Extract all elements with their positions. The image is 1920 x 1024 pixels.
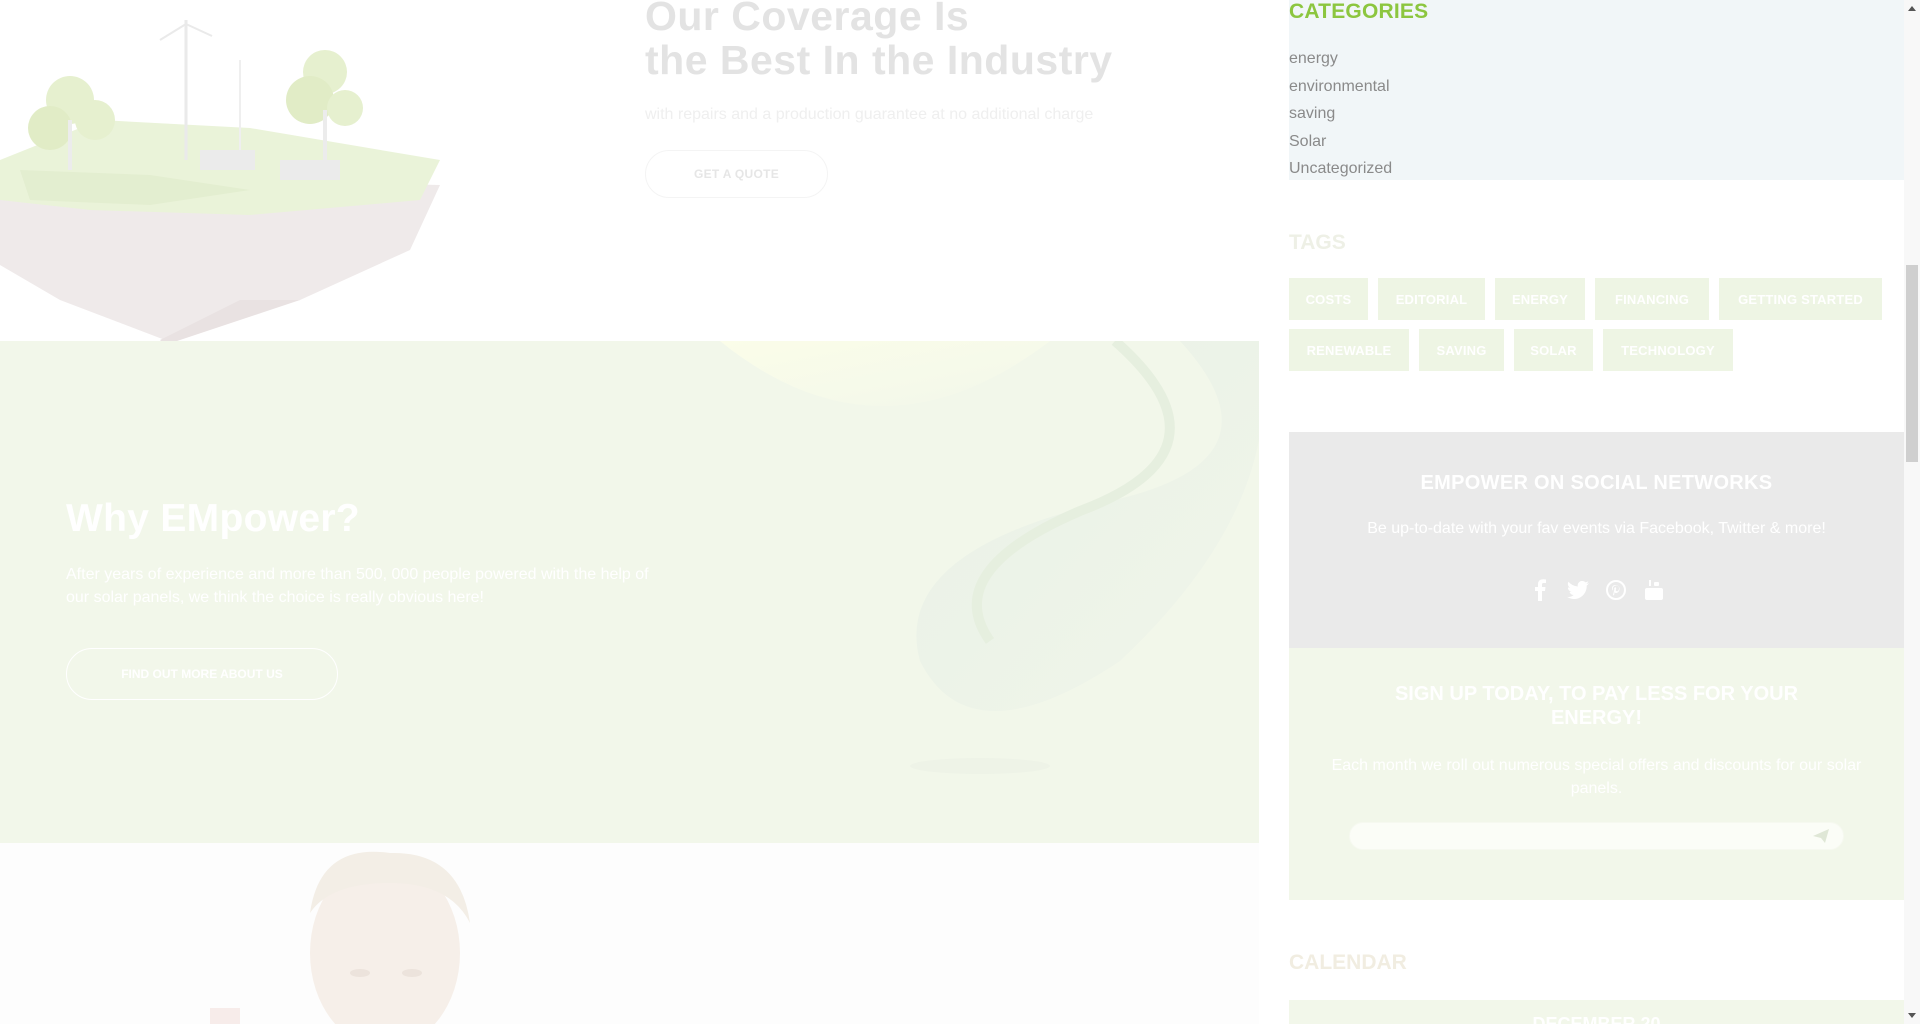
coverage-subtitle: with repairs and a production guarantee … bbox=[645, 106, 1094, 123]
person-photo bbox=[210, 851, 470, 1024]
calendar-month-label: DECEMBER 20 bbox=[1532, 1014, 1661, 1024]
main-content: Our Coverage Is the Best In the Industry… bbox=[0, 0, 1259, 1024]
categories-widget: CATEGORIES energy environmental saving S… bbox=[1289, 0, 1904, 180]
tag-energy[interactable]: ENERGY bbox=[1495, 278, 1585, 320]
why-empower-section: Why EMpower? After years of experience a… bbox=[0, 341, 1259, 843]
sidebar: CATEGORIES energy environmental saving S… bbox=[1289, 0, 1904, 1024]
coverage-section: Our Coverage Is the Best In the Industry… bbox=[0, 0, 1259, 341]
calendar-title: CALENDAR bbox=[1289, 951, 1407, 974]
tag-technology[interactable]: TECHNOLOGY bbox=[1603, 329, 1733, 371]
category-link-environmental[interactable]: environmental bbox=[1289, 76, 1392, 104]
calendar-widget: DECEMBER 20 bbox=[1289, 1000, 1904, 1024]
youtube-icon[interactable] bbox=[1643, 578, 1665, 602]
send-icon[interactable] bbox=[1813, 829, 1829, 843]
why-empower-heading: Why EMpower? bbox=[66, 497, 360, 540]
tag-costs[interactable]: COSTS bbox=[1289, 278, 1368, 320]
category-link-saving[interactable]: saving bbox=[1289, 103, 1392, 131]
tag-financing[interactable]: FINANCING bbox=[1595, 278, 1709, 320]
tag-solar[interactable]: SOLAR bbox=[1514, 329, 1593, 371]
category-link-energy[interactable]: energy bbox=[1289, 48, 1392, 76]
signup-text: Each month we roll out numerous special … bbox=[1331, 757, 1862, 797]
page-scrollbar[interactable] bbox=[1904, 0, 1920, 1024]
tag-getting-started[interactable]: GETTING STARTED bbox=[1719, 278, 1882, 320]
categories-list: energy environmental saving Solar Uncate… bbox=[1289, 48, 1392, 186]
categories-title: CATEGORIES bbox=[1289, 0, 1429, 23]
get-a-quote-button[interactable]: GET A QUOTE bbox=[645, 150, 828, 198]
tag-saving[interactable]: SAVING bbox=[1419, 329, 1504, 371]
social-networks-widget: EMPOWER ON SOCIAL NETWORKS Be up-to-date… bbox=[1289, 432, 1904, 648]
coverage-heading: Our Coverage Is the Best In the Industry bbox=[645, 0, 1205, 82]
twitter-icon[interactable] bbox=[1566, 578, 1589, 602]
find-out-more-button[interactable]: FIND OUT MORE ABOUT US bbox=[66, 648, 338, 700]
scrollbar-thumb[interactable] bbox=[1906, 265, 1918, 462]
signup-widget: SIGN UP TODAY, TO PAY LESS FOR YOUR ENER… bbox=[1289, 648, 1904, 900]
coverage-heading-line1: Our Coverage Is bbox=[645, 0, 970, 39]
signup-title: SIGN UP TODAY, TO PAY LESS FOR YOUR ENER… bbox=[1394, 683, 1799, 729]
tags-title: TAGS bbox=[1289, 231, 1346, 254]
coverage-heading-line2: the Best In the Industry bbox=[645, 37, 1113, 83]
social-icons-row bbox=[1289, 578, 1904, 602]
floating-island-illustration bbox=[0, 20, 440, 341]
social-networks-title: EMPOWER ON SOCIAL NETWORKS bbox=[1420, 472, 1773, 494]
page: Our Coverage Is the Best In the Industry… bbox=[0, 0, 1920, 1024]
tag-editorial[interactable]: EDITORIAL bbox=[1378, 278, 1485, 320]
facebook-icon[interactable] bbox=[1529, 578, 1551, 602]
social-networks-text: Be up-to-date with your fav events via F… bbox=[1367, 520, 1826, 537]
team-section bbox=[0, 843, 1259, 1024]
category-link-uncategorized[interactable]: Uncategorized bbox=[1289, 158, 1392, 186]
why-empower-text: After years of experience and more than … bbox=[66, 566, 649, 606]
tag-renewable[interactable]: RENEWABLE bbox=[1289, 329, 1409, 371]
signup-email-input[interactable] bbox=[1349, 822, 1844, 850]
category-link-solar[interactable]: Solar bbox=[1289, 131, 1392, 159]
scroll-up-arrow-icon[interactable] bbox=[1904, 0, 1920, 16]
scroll-down-arrow-icon[interactable] bbox=[1904, 1008, 1920, 1024]
pinterest-icon[interactable] bbox=[1605, 578, 1627, 602]
